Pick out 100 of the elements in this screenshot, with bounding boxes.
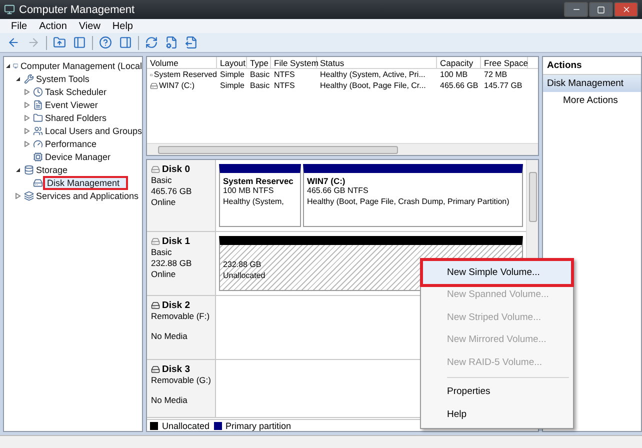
menu-item[interactable]: File [6, 20, 32, 32]
disk-name: Disk 1 [151, 236, 211, 247]
context-menu-item[interactable]: Properties [423, 380, 571, 403]
collapsed-triangle-icon[interactable] [15, 192, 21, 198]
table-cell-text: NTFS [273, 69, 296, 80]
close-icon [622, 5, 630, 14]
disk-name: Disk 0 [151, 164, 211, 175]
partition-info: 465.66 GB NTFS [307, 186, 368, 196]
monitor-icon [13, 60, 18, 70]
disk-info: No Media [151, 331, 188, 342]
tree-item[interactable]: Computer Management (Local [20, 60, 142, 70]
tree-item[interactable]: Services and Applications [36, 190, 139, 200]
column-header[interactable]: Volume [147, 57, 217, 68]
file-gear-icon[interactable] [165, 36, 178, 49]
partition-info: Healthy (Boot, Page File, Crash Dump, Primary Partition) [307, 196, 510, 207]
tree-item[interactable]: Shared Folders [45, 112, 107, 122]
table-cell-text: 465.66 GB [439, 80, 480, 91]
context-menu-item[interactable]: Help [423, 403, 571, 426]
database-icon [24, 164, 34, 174]
table-cell-text: 72 MB [483, 69, 508, 80]
disk-info: Removable (G:) [151, 375, 211, 386]
collapsed-triangle-icon[interactable] [24, 128, 30, 134]
table-cell-text: Basic [249, 80, 271, 91]
folder-up-icon[interactable] [53, 36, 66, 49]
wrench-icon [24, 74, 34, 84]
expanded-triangle-icon[interactable] [15, 76, 21, 82]
folder-icon [33, 112, 43, 122]
usb-drive-icon [151, 365, 160, 374]
panel-right-icon[interactable] [119, 36, 132, 49]
disk-name: Disk 2 [151, 300, 211, 311]
disk-info: 232.88 GB [151, 258, 193, 269]
collapsed-triangle-icon[interactable] [24, 88, 30, 94]
table-cell-text: Simple [219, 80, 246, 91]
table-cell-text: NTFS [273, 80, 296, 91]
action-link[interactable]: More Actions [543, 92, 641, 109]
chip-icon [33, 152, 43, 162]
expanded-triangle-icon[interactable] [15, 166, 21, 172]
context-menu-item[interactable]: New Simple Volume... [423, 261, 571, 284]
tree-item[interactable]: Device Manager [45, 152, 111, 162]
tree-item[interactable]: Event Viewer [45, 100, 98, 110]
tree-item[interactable]: Storage [36, 164, 68, 174]
column-header[interactable]: Layout [217, 57, 247, 68]
tree-item[interactable]: Performance [45, 138, 97, 148]
disk-info: Online [151, 197, 177, 208]
disk-info: Online [151, 269, 177, 280]
back-arrow-icon[interactable] [7, 36, 20, 49]
table-cell-text: Simple [219, 69, 246, 80]
table-cell-text: Healthy (Boot, Page File, Cr... [319, 80, 427, 91]
partition-info: Healthy (System, [223, 196, 284, 207]
refresh-icon[interactable] [145, 36, 158, 49]
collapsed-triangle-icon[interactable] [24, 114, 30, 120]
tree-item[interactable]: Task Scheduler [45, 86, 107, 96]
partition[interactable]: System Reservec 100 MB NTFS Healthy (System, [219, 164, 301, 227]
tree-item[interactable]: System Tools [36, 74, 90, 84]
table-cell-text: Basic [249, 69, 271, 80]
expanded-triangle-icon[interactable] [5, 62, 11, 68]
partition-title: WIN7 (C:) [307, 176, 346, 186]
maximize-button[interactable] [589, 2, 613, 17]
usb-drive-icon [151, 301, 160, 310]
column-header[interactable]: Type [247, 57, 271, 68]
document-icon [33, 100, 43, 110]
legend-label: Primary partition [226, 420, 292, 430]
tree-item[interactable]: Local Users and Groups [44, 126, 142, 136]
disk-info: No Media [151, 395, 188, 406]
column-header[interactable]: Free Space [481, 57, 528, 68]
column-header[interactable]: Capacity [437, 57, 481, 68]
legend-label: Unallocated [162, 420, 210, 430]
partition[interactable]: WIN7 (C:) 465.66 GB NTFS Healthy (Boot, Page File, Crash Dump, Primary Partition) [303, 164, 523, 227]
table-cell-text: 100 MB [439, 69, 469, 80]
collapsed-triangle-icon[interactable] [24, 140, 30, 146]
column-header[interactable]: Status [317, 57, 437, 68]
help-icon[interactable] [99, 36, 112, 49]
partition-info: 100 MB NTFS [223, 186, 274, 196]
window-title: Computer Management [19, 4, 135, 16]
table-cell: System Reserved [147, 69, 217, 80]
disk-info: 465.76 GB [151, 186, 193, 197]
menu-item[interactable]: Help [107, 20, 138, 32]
partition-title: System Reservec [223, 176, 294, 186]
monitor-icon [4, 4, 15, 15]
gauge-icon [33, 138, 43, 148]
tree-item[interactable]: Disk Management [45, 178, 126, 188]
layers-icon [24, 190, 34, 200]
disk-info: Basic [151, 175, 173, 186]
panel-left-icon[interactable] [73, 36, 86, 49]
file-export-icon[interactable] [185, 36, 198, 49]
disk-info: Removable (F:) [151, 311, 211, 322]
collapsed-triangle-icon[interactable] [24, 102, 30, 108]
menu-item[interactable]: View [74, 20, 106, 32]
actions-section[interactable]: Disk Management [543, 75, 641, 92]
table-cell-text: Healthy (System, Active, Pri... [319, 69, 426, 80]
menu-item[interactable]: Action [34, 20, 72, 32]
users-icon [32, 126, 43, 136]
close-button[interactable] [614, 2, 638, 17]
column-header[interactable]: File System [271, 57, 317, 68]
table-cell: WIN7 (C:) [147, 80, 217, 91]
horizontal-scrollbar[interactable] [147, 143, 538, 155]
disk-name: Disk 3 [151, 364, 211, 375]
partition-info: Unallocated [223, 270, 266, 281]
clock-icon [33, 86, 43, 96]
partition-info: 232.88 GB [223, 260, 262, 270]
